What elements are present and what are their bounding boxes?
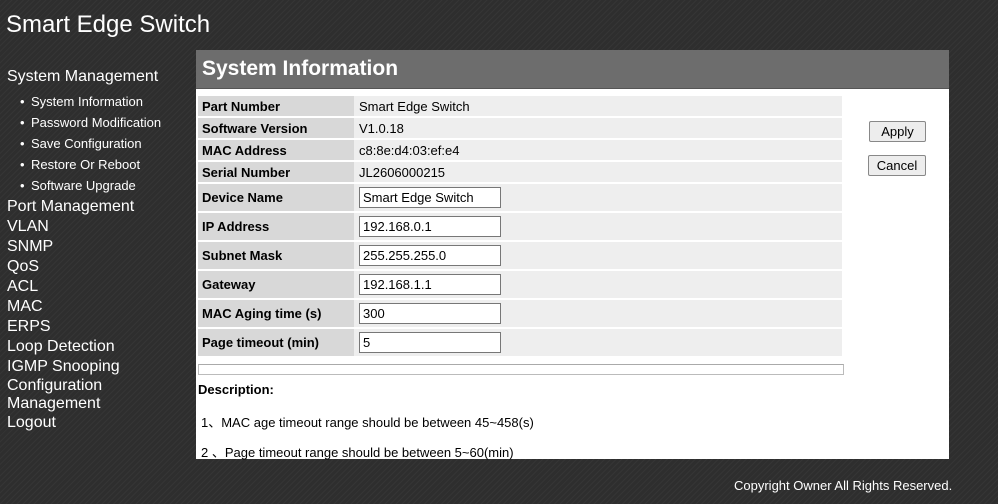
sidebar-subitem-password-modification[interactable]: • Password Modification <box>7 112 192 133</box>
device-name-label: Device Name <box>198 184 354 211</box>
part-number-label: Part Number <box>198 96 354 116</box>
system-management-submenu: • System Information • Password Modificati… <box>7 91 192 196</box>
mac-address-label: MAC Address <box>198 140 354 160</box>
table-row: Gateway <box>198 271 842 298</box>
mac-address-value: c8:8e:d4:03:ef:e4 <box>354 140 842 160</box>
gateway-input[interactable] <box>359 274 501 295</box>
sidebar-subitem-label: Software Upgrade <box>31 178 136 193</box>
subnet-mask-label: Subnet Mask <box>198 242 354 269</box>
sidebar-subitem-restore-or-reboot[interactable]: • Restore Or Reboot <box>7 154 192 175</box>
table-row: Serial Number JL2606000215 <box>198 162 842 182</box>
bullet-icon: • <box>20 157 25 172</box>
description-line: 1、MAC age timeout range should be betwee… <box>201 415 534 430</box>
sidebar-subitem-label: Save Configuration <box>31 136 142 151</box>
sidebar-subitem-system-information[interactable]: • System Information <box>7 91 192 112</box>
sidebar-item-loop-detection[interactable]: Loop Detection <box>7 337 192 357</box>
sidebar-subitem-label: System Information <box>31 94 143 109</box>
page-timeout-cell <box>354 329 842 356</box>
software-version-value: V1.0.18 <box>354 118 842 138</box>
sidebar-item-configuration-management[interactable]: Configuration Management <box>7 377 137 413</box>
sidebar-item-vlan[interactable]: VLAN <box>7 217 192 237</box>
table-row: Part Number Smart Edge Switch <box>198 96 842 116</box>
table-row: Subnet Mask <box>198 242 842 269</box>
sidebar-item-igmp-snooping[interactable]: IGMP Snooping <box>7 357 192 377</box>
apply-button[interactable]: Apply <box>869 121 926 142</box>
table-row: IP Address <box>198 213 842 240</box>
bullet-icon: • <box>20 178 25 193</box>
divider <box>198 364 844 375</box>
bullet-icon: • <box>20 136 25 151</box>
mac-aging-time-label: MAC Aging time (s) <box>198 300 354 327</box>
sidebar-subitem-software-upgrade[interactable]: • Software Upgrade <box>7 175 192 196</box>
table-row: Device Name <box>198 184 842 211</box>
sidebar-item-erps[interactable]: ERPS <box>7 317 192 337</box>
ip-address-cell <box>354 213 842 240</box>
bullet-icon: • <box>20 94 25 109</box>
panel-header: System Information <box>196 50 949 89</box>
description-title: Description: <box>198 382 274 397</box>
sidebar-item-logout[interactable]: Logout <box>7 413 192 433</box>
system-info-table: Part Number Smart Edge Switch Software V… <box>198 94 842 358</box>
page-timeout-input[interactable] <box>359 332 501 353</box>
sidebar-nav: System Management • System Information • P… <box>7 67 192 433</box>
software-version-label: Software Version <box>198 118 354 138</box>
subnet-mask-cell <box>354 242 842 269</box>
serial-number-label: Serial Number <box>198 162 354 182</box>
sidebar-subitem-label: Password Modification <box>31 115 162 130</box>
system-information-panel: System Information Part Number Smart Edg… <box>196 50 949 460</box>
table-row: Page timeout (min) <box>198 329 842 356</box>
sidebar-item-snmp[interactable]: SNMP <box>7 237 192 257</box>
serial-number-value: JL2606000215 <box>354 162 842 182</box>
sidebar-item-acl[interactable]: ACL <box>7 277 192 297</box>
device-name-cell <box>354 184 842 211</box>
mac-aging-time-input[interactable] <box>359 303 501 324</box>
sidebar-subitem-label: Restore Or Reboot <box>31 157 141 172</box>
bullet-icon: • <box>20 115 25 130</box>
description-line: 2 、Page timeout range should be between … <box>201 445 514 460</box>
ip-address-input[interactable] <box>359 216 501 237</box>
table-row: Software Version V1.0.18 <box>198 118 842 138</box>
copyright-text: Copyright Owner All Rights Reserved. <box>734 478 953 493</box>
sidebar-item-port-management[interactable]: Port Management <box>7 197 192 217</box>
sidebar-item-qos[interactable]: QoS <box>7 257 192 277</box>
part-number-value: Smart Edge Switch <box>354 96 842 116</box>
gateway-cell <box>354 271 842 298</box>
sidebar-subitem-save-configuration[interactable]: • Save Configuration <box>7 133 192 154</box>
table-row: MAC Address c8:8e:d4:03:ef:e4 <box>198 140 842 160</box>
subnet-mask-input[interactable] <box>359 245 501 266</box>
sidebar-item-mac[interactable]: MAC <box>7 297 192 317</box>
table-row: MAC Aging time (s) <box>198 300 842 327</box>
mac-aging-time-cell <box>354 300 842 327</box>
app-title: Smart Edge Switch <box>6 11 211 38</box>
gateway-label: Gateway <box>198 271 354 298</box>
cancel-button[interactable]: Cancel <box>868 155 926 176</box>
page-timeout-label: Page timeout (min) <box>198 329 354 356</box>
device-name-input[interactable] <box>359 187 501 208</box>
panel-title: System Information <box>202 57 399 80</box>
sidebar-item-system-management[interactable]: System Management <box>7 67 192 87</box>
ip-address-label: IP Address <box>198 213 354 240</box>
